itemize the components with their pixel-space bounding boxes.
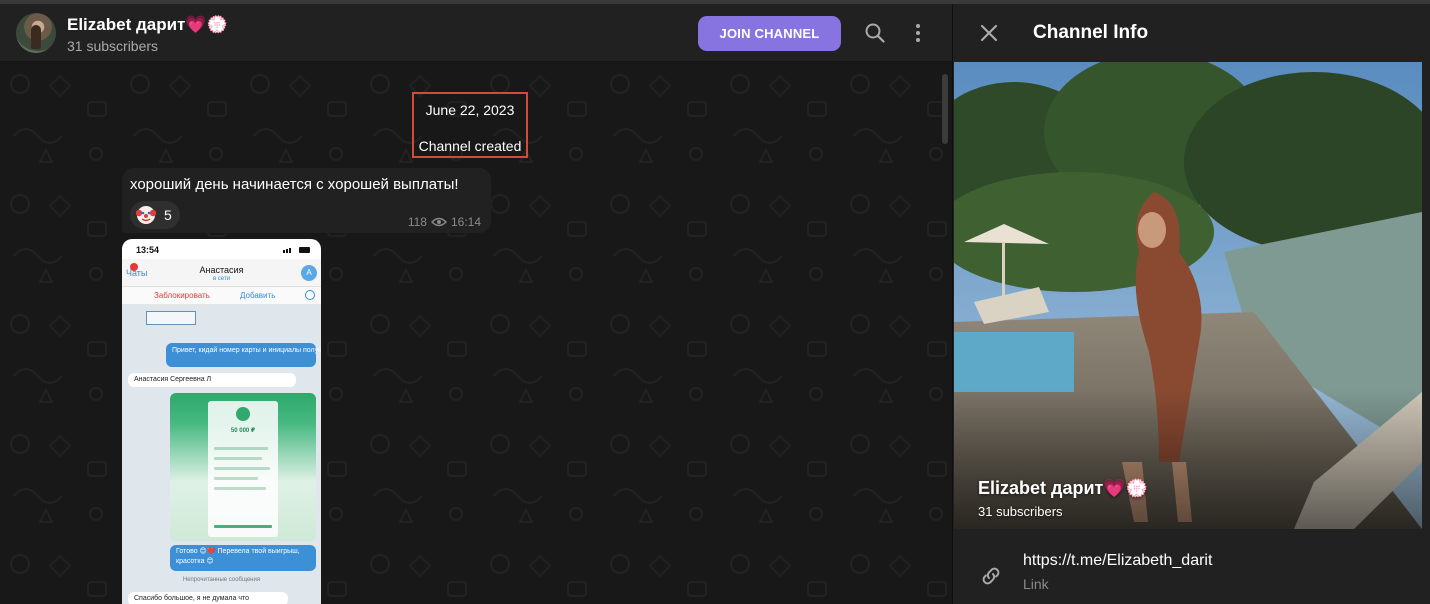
message-time: 16:14 [450,215,481,229]
avatar-figure [31,25,41,49]
photo-quoted-card [146,311,196,325]
photo-incoming-text: Анастасия Сергеевна Л [134,376,212,383]
status-bar-icons [283,247,310,253]
photo-incoming-bubble: Анастасия Сергеевна Л [128,373,296,387]
channel-title[interactable]: Elizabet дарит💗💮 [67,15,228,35]
photo-attachment[interactable]: 13:54 Чаты Анастасия в сети А Заблокиров… [122,239,321,604]
link-icon [982,567,1000,585]
receipt-line [214,447,268,450]
view-count: 118 [407,215,427,229]
receipt-amount: 50 000 ₽ [230,428,256,434]
close-icon[interactable] [977,21,1001,45]
photo-contact-status: в сети [212,276,231,282]
photo-unread-divider: Непрочитанные сообщения [182,577,261,583]
receipt-line [214,477,258,480]
channel-link-row[interactable]: https://t.me/Elizabeth_darit Link [953,544,1430,604]
join-channel-button[interactable]: JOIN CHANNEL [698,16,841,51]
photo-reply-text: Готово 😊❤️ Перевела твой выигрыш, красот… [176,548,300,565]
cover-channel-name: Elizabet дарит💗💮 [978,478,1149,498]
channel-link-caption: Link [1023,576,1049,592]
channel-avatar[interactable] [16,13,56,53]
receipt-line [214,487,266,490]
channel-created-notice: Channel created [418,138,522,154]
channel-info-panel: Channel Info Elizabet дарит💗💮 31 subscri… [952,4,1430,604]
receipt-line [214,457,262,460]
check-icon [236,407,250,421]
reaction-count: 5 [164,207,172,223]
photo-status-time: 13:54 [136,245,160,255]
eye-icon [430,217,447,227]
clown-face-icon [136,206,156,224]
photo-chat-body: Привет, кидай номер карты и инициалы пол… [122,305,321,604]
message-text: хороший день начинается с хорошей выплат… [130,176,459,193]
subscriber-count: 31 subscribers [67,38,159,54]
cover-photo-image [954,62,1422,529]
photo-block-label: Заблокировать [154,291,210,300]
chat-background: June 22, 2023 Channel created хороший де… [0,62,952,604]
photo-outgoing-text: Привет, кидай номер карты и инициалы пол… [172,347,321,354]
reaction-chip[interactable]: 5 [130,201,180,229]
panel-header: Channel Info [953,4,1430,62]
panel-title: Channel Info [1033,22,1149,43]
photo-contact-avatar: А [301,265,317,281]
photo-close-icon [305,290,315,300]
chat-header[interactable]: Elizabet дарит💗💮 31 subscribers JOIN CHA… [0,4,952,62]
photo-payment-receipt: 50 000 ₽ [170,393,316,541]
date-separator: June 22, 2023 [425,102,515,118]
photo-action-bar: Заблокировать Добавить [122,287,321,305]
receipt-line [214,467,270,470]
search-icon[interactable] [863,21,887,45]
receipt-button [214,525,272,528]
message-meta: 118 16:14 [408,215,481,229]
photo-chat-header: Чаты Анастасия в сети А [122,259,321,287]
photo-last-bubble: Спасибо большое, я не думала что [128,592,288,604]
more-vertical-icon[interactable] [906,21,930,45]
channel-link-url[interactable]: https://t.me/Elizabeth_darit [1023,552,1212,570]
photo-outgoing-bubble: Привет, кидай номер карты и инициалы пол… [166,343,321,367]
message-bubble[interactable]: хороший день начинается с хорошей выплат… [122,168,491,233]
cover-subscriber-count: 31 subscribers [978,504,1063,519]
date-service-highlight: June 22, 2023 Channel created [412,92,528,158]
photo-add-label: Добавить [240,291,276,300]
chat-scrollbar[interactable] [942,74,948,144]
channel-cover-photo[interactable]: Elizabet дарит💗💮 31 subscribers [954,62,1422,529]
photo-contact-name: Анастасия [199,265,244,275]
photo-last-text: Спасибо большое, я не думала что [134,595,250,602]
receipt-panel: 50 000 ₽ [208,401,278,537]
photo-reply-bubble: Готово 😊❤️ Перевела твой выигрыш, красот… [170,545,316,571]
chat-column: Elizabet дарит💗💮 31 subscribers JOIN CHA… [0,4,952,604]
